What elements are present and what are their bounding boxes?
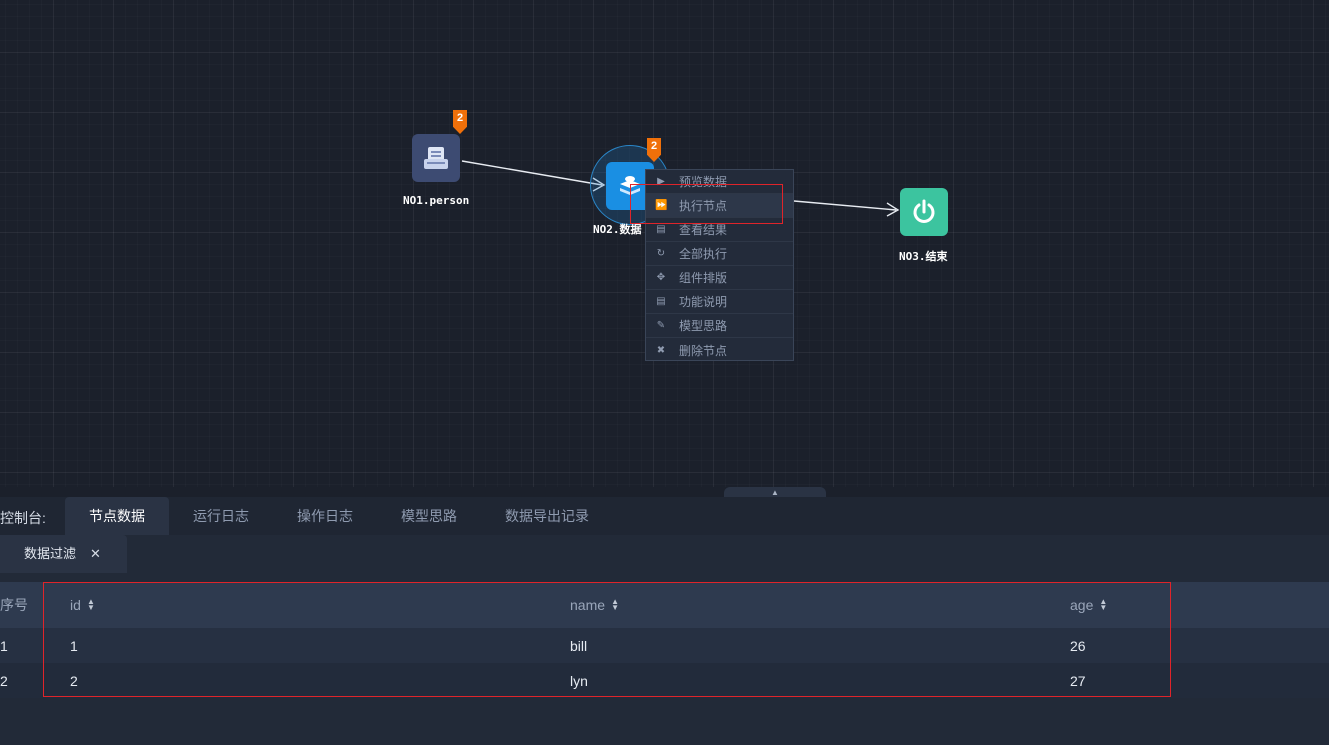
subtab-row: 数据过滤 ✕ [0, 535, 1329, 582]
header-index: 序号 [0, 597, 28, 613]
workflow-canvas[interactable]: 2 NO1.person 2 NO2.数据 NO3.结束 ▶ 预览数据 ⏩ 执行… [0, 0, 1329, 487]
header-label: id [70, 597, 81, 613]
node-data-table: 序号 id ▲ ▼ name ▲ ▼ age ▲ ▼ 1 1 bill 26 2 2 … [0, 582, 1329, 698]
tab-export-records[interactable]: 数据导出记录 [481, 497, 613, 535]
menu-item-label: 组件排版 [679, 271, 728, 285]
menu-item-function-desc[interactable]: ▤ 功能说明 [646, 290, 793, 314]
menu-item-preview-data[interactable]: ▶ 预览数据 [646, 170, 793, 194]
subtab-data-filter[interactable]: 数据过滤 ✕ [0, 535, 127, 573]
menu-item-label: 模型思路 [679, 319, 728, 333]
sort-icon[interactable]: ▲ ▼ [1099, 598, 1107, 612]
menu-item-label: 全部执行 [679, 247, 728, 261]
console-panel: 控制台: 节点数据 运行日志 操作日志 模型思路 数据导出记录 数据过滤 ✕ 序… [0, 497, 1329, 745]
sort-icon[interactable]: ▲ ▼ [87, 598, 95, 612]
list-icon: ▤ [656, 224, 666, 235]
cell-id: 1 [70, 637, 78, 654]
edge-data-to-end [793, 200, 897, 211]
play-icon: ▶ [657, 176, 665, 187]
node-context-menu: ▶ 预览数据 ⏩ 执行节点 ▤ 查看结果 ↻ 全部执行 ✥ 组件排版 ▤ 功能说… [645, 169, 794, 361]
sort-icon[interactable]: ▲ ▼ [611, 598, 619, 612]
close-icon[interactable]: ✕ [90, 535, 101, 573]
table-row[interactable]: 2 2 lyn 27 [0, 663, 1329, 698]
menu-item-layout[interactable]: ✥ 组件排版 [646, 266, 793, 290]
edge-person-to-data [461, 160, 603, 186]
header-id[interactable]: id ▲ ▼ [70, 582, 95, 628]
table-header: 序号 id ▲ ▼ name ▲ ▼ age ▲ ▼ [0, 582, 1329, 628]
menu-item-delete-node[interactable]: ✖ 删除节点 [646, 338, 793, 362]
menu-item-label: 执行节点 [679, 199, 728, 213]
console-tabbar: 控制台: 节点数据 运行日志 操作日志 模型思路 数据导出记录 [0, 497, 1329, 535]
menu-item-view-result[interactable]: ▤ 查看结果 [646, 218, 793, 242]
tab-node-data[interactable]: 节点数据 [65, 497, 169, 535]
cell-name: bill [570, 637, 588, 654]
menu-item-label: 删除节点 [679, 343, 728, 358]
console-label: 控制台: [0, 510, 46, 526]
node-label: NO1.person [403, 194, 470, 207]
tab-run-log[interactable]: 运行日志 [169, 497, 273, 535]
menu-item-label: 查看结果 [679, 223, 728, 237]
power-icon[interactable] [900, 188, 948, 236]
cell-name: lyn [570, 672, 588, 689]
document-table-icon[interactable] [412, 134, 460, 182]
panel-splitter[interactable] [0, 487, 1329, 497]
refresh-icon: ↻ [656, 248, 666, 259]
chevron-up-icon: ▲ [771, 488, 779, 497]
list-icon: ▤ [656, 296, 666, 307]
pencil-icon: ✎ [656, 320, 666, 331]
header-age[interactable]: age ▲ ▼ [1070, 582, 1107, 628]
menu-item-label: 功能说明 [679, 295, 728, 309]
fast-forward-icon: ⏩ [655, 200, 668, 211]
move-icon: ✥ [656, 272, 666, 283]
cell-age: 27 [1070, 672, 1086, 689]
menu-item-execute-node[interactable]: ⏩ 执行节点 [646, 194, 793, 218]
close-icon: ✖ [656, 344, 666, 356]
header-name[interactable]: name ▲ ▼ [570, 582, 619, 628]
node-label: NO3.结束 [899, 250, 948, 263]
header-label: age [1070, 597, 1094, 613]
subtab-label: 数据过滤 [24, 546, 77, 561]
menu-item-label: 预览数据 [679, 175, 728, 189]
cell-id: 2 [70, 672, 78, 689]
cell-age: 26 [1070, 637, 1086, 654]
collapse-panel-button[interactable]: ▲ [724, 487, 826, 497]
header-label: name [570, 597, 606, 613]
tab-model-idea[interactable]: 模型思路 [377, 497, 481, 535]
menu-item-execute-all[interactable]: ↻ 全部执行 [646, 242, 793, 266]
cell-index: 2 [0, 672, 8, 689]
cell-index: 1 [0, 637, 8, 654]
tab-operation-log[interactable]: 操作日志 [273, 497, 377, 535]
node-label: NO2.数据 [593, 223, 642, 236]
table-row[interactable]: 1 1 bill 26 [0, 628, 1329, 663]
menu-item-model-idea[interactable]: ✎ 模型思路 [646, 314, 793, 338]
